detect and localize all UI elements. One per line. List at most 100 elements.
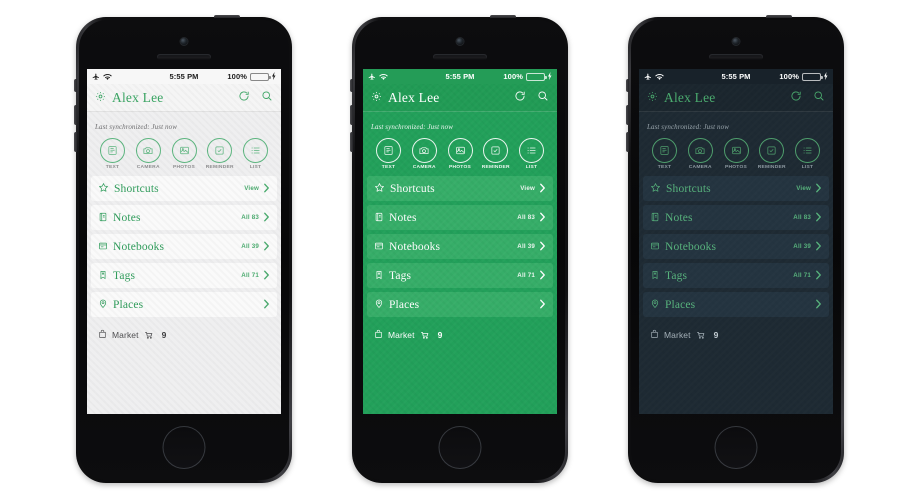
phone-mockup-stage: 5:55 PM 100% Alex Lee Last synchronized: Ju… [0, 0, 920, 500]
chevron-right-icon [815, 296, 822, 314]
photos-icon [447, 138, 473, 163]
nav-row-shortcuts[interactable]: Shortcuts View [643, 176, 829, 201]
nav-row-places[interactable]: Places [643, 292, 829, 317]
gear-icon[interactable] [95, 89, 106, 107]
sync-status-text: Last synchronized: Just now [371, 123, 453, 131]
gear-icon[interactable] [371, 89, 382, 107]
chevron-right-icon [815, 209, 822, 227]
sync-icon[interactable] [790, 89, 802, 107]
star-icon [650, 180, 661, 198]
front-camera [732, 38, 740, 45]
chevron-right-icon [539, 180, 546, 198]
power-button[interactable] [490, 15, 516, 18]
quick-action-text[interactable]: TEXT [372, 138, 405, 170]
home-button[interactable] [438, 426, 482, 469]
nav-row-tags[interactable]: Tags All 71 [367, 263, 553, 288]
quick-action-reminder[interactable]: REMINDER [479, 138, 512, 170]
list-icon [519, 138, 544, 163]
quick-action-camera[interactable]: CAMERA [684, 138, 717, 170]
quick-action-label: CAMERA [412, 165, 436, 170]
quick-action-camera[interactable]: CAMERA [132, 138, 165, 170]
volume-up-button[interactable] [350, 105, 353, 125]
nav-row-tags[interactable]: Tags All 71 [91, 263, 277, 288]
market-footer[interactable]: Market 9 [639, 321, 833, 344]
sync-status-text: Last synchronized: Just now [95, 123, 177, 131]
quick-action-label: PHOTOS [172, 165, 196, 170]
nav-row-label: Tags [665, 269, 688, 282]
nav-row-meta: All 83 [241, 214, 259, 221]
search-icon[interactable] [813, 89, 825, 107]
phone-dark-theme: 5:55 PM 100% Alex Lee Last synchronized: Ju… [626, 15, 844, 483]
quick-action-label: REMINDER [481, 165, 510, 170]
app-header: Alex Lee [639, 84, 833, 112]
quick-action-camera[interactable]: CAMERA [408, 138, 441, 170]
nav-row-meta: All 83 [517, 214, 535, 221]
market-footer[interactable]: Market 9 [87, 321, 281, 344]
home-button[interactable] [162, 426, 206, 469]
nav-row-places[interactable]: Places [91, 292, 277, 317]
quick-action-list[interactable]: LIST [515, 138, 548, 170]
cart-icon [144, 326, 154, 344]
nav-row-label: Shortcuts [390, 182, 435, 195]
status-bar: 5:55 PM 100% [87, 69, 281, 84]
power-button[interactable] [766, 15, 792, 18]
quick-action-text[interactable]: TEXT [96, 138, 129, 170]
nav-row-shortcuts[interactable]: Shortcuts View [91, 176, 277, 201]
app-header: Alex Lee [87, 84, 281, 112]
nav-row-label: Notes [113, 211, 141, 224]
power-button[interactable] [214, 15, 240, 18]
volume-down-button[interactable] [74, 132, 77, 152]
quick-action-reminder[interactable]: REMINDER [755, 138, 788, 170]
nav-row-meta: All 39 [241, 243, 259, 250]
nav-row-shortcuts[interactable]: Shortcuts View [367, 176, 553, 201]
photos-icon [723, 138, 749, 163]
home-button[interactable] [714, 426, 758, 469]
quick-action-text[interactable]: TEXT [648, 138, 681, 170]
cart-icon [420, 326, 430, 344]
search-icon[interactable] [537, 89, 549, 107]
sync-icon[interactable] [514, 89, 526, 107]
volume-down-button[interactable] [350, 132, 353, 152]
quick-action-label: PHOTOS [448, 165, 472, 170]
quick-action-label: LIST [525, 165, 538, 170]
volume-down-button[interactable] [626, 132, 629, 152]
sync-status-bar: Last synchronized: Just now [87, 112, 281, 136]
chevron-right-icon [539, 296, 546, 314]
nav-row-notebooks[interactable]: Notebooks All 39 [367, 234, 553, 259]
quick-action-label: CAMERA [688, 165, 712, 170]
empty-area [87, 344, 281, 414]
silent-switch[interactable] [350, 79, 353, 92]
quick-action-list[interactable]: LIST [791, 138, 824, 170]
chevron-right-icon [263, 238, 270, 256]
sync-icon[interactable] [238, 89, 250, 107]
nav-row-places[interactable]: Places [367, 292, 553, 317]
nav-row-notebooks[interactable]: Notebooks All 39 [91, 234, 277, 259]
quick-action-photos[interactable]: PHOTOS [444, 138, 477, 170]
market-count: 9 [713, 330, 719, 340]
market-footer[interactable]: Market 9 [363, 321, 557, 344]
quick-action-photos[interactable]: PHOTOS [168, 138, 201, 170]
silent-switch[interactable] [74, 79, 77, 92]
status-bar: 5:55 PM 100% [639, 69, 833, 84]
quick-action-photos[interactable]: PHOTOS [720, 138, 753, 170]
nav-row-notes[interactable]: Notes All 83 [91, 205, 277, 230]
volume-up-button[interactable] [74, 105, 77, 125]
nav-row-notes[interactable]: Notes All 83 [367, 205, 553, 230]
silent-switch[interactable] [626, 79, 629, 92]
nav-row-notes[interactable]: Notes All 83 [643, 205, 829, 230]
chevron-right-icon [815, 180, 822, 198]
text-note-icon [376, 138, 401, 163]
search-icon[interactable] [261, 89, 273, 107]
phone-light-theme: 5:55 PM 100% Alex Lee Last synchronized: Ju… [74, 15, 292, 483]
nav-row-notebooks[interactable]: Notebooks All 39 [643, 234, 829, 259]
place-pin-icon [374, 296, 384, 314]
quick-action-list[interactable]: LIST [239, 138, 272, 170]
nav-row-meta: View [796, 185, 811, 192]
note-icon [98, 209, 108, 227]
gear-icon[interactable] [647, 89, 658, 107]
market-label: Market [388, 330, 415, 340]
nav-row-tags[interactable]: Tags All 71 [643, 263, 829, 288]
volume-up-button[interactable] [626, 105, 629, 125]
camera-icon [411, 138, 437, 163]
quick-action-reminder[interactable]: REMINDER [203, 138, 236, 170]
